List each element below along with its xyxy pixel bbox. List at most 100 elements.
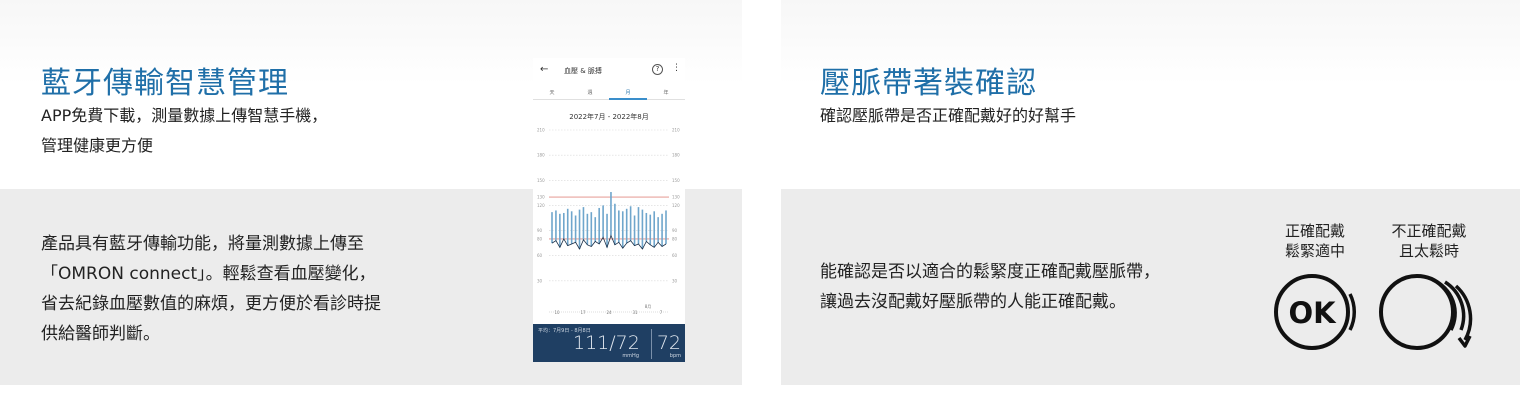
y-tick-label: 90 bbox=[537, 228, 543, 233]
y-tick-label: 150 bbox=[672, 178, 680, 183]
arrow-left-icon: ← bbox=[540, 64, 549, 75]
description-line: 供給醫師判斷。 bbox=[41, 324, 160, 344]
bluetooth-title: 藍牙傳輸智慧管理 bbox=[41, 66, 289, 101]
label-line: 鬆緊適中 bbox=[1284, 242, 1345, 260]
loose-fit-label: 不正確配戴 且太鬆時 bbox=[1385, 221, 1473, 261]
systolic-bar bbox=[618, 210, 620, 243]
y-tick-label: 120 bbox=[537, 203, 545, 208]
y-tick-label: 130 bbox=[537, 195, 545, 200]
x-tick-label: 10 bbox=[554, 310, 560, 315]
y-tick-label: 80 bbox=[537, 236, 543, 241]
label-line: 正確配戴 bbox=[1284, 222, 1345, 240]
date-range: 2022年7月 - 2022年8月 bbox=[569, 113, 649, 121]
x-tick-label: 31 bbox=[632, 310, 638, 315]
subtitle-line: 管理健康更方便 bbox=[41, 136, 154, 155]
systolic-bar bbox=[590, 212, 593, 247]
cuff-loose-icon bbox=[1379, 274, 1473, 350]
systolic-bar bbox=[578, 209, 581, 250]
y-tick-label: 30 bbox=[537, 278, 543, 283]
subtitle-line: APP免費下載，測量數據上傳智慧手機， bbox=[41, 106, 328, 125]
systolic-bar bbox=[645, 212, 648, 242]
cuff-check-title: 壓脈帶著裝確認 bbox=[820, 66, 1037, 101]
tab-week: 週 bbox=[587, 90, 593, 96]
average-bp-value: 111/72 bbox=[573, 332, 640, 354]
y-tick-label: 210 bbox=[672, 128, 680, 133]
systolic-bar bbox=[625, 208, 628, 244]
cuff-check-panel: 壓脈帶著裝確認 確認壓脈帶是否正確配戴好的好幫手 能確認是否以適合的鬆緊度正確配… bbox=[781, 0, 1520, 385]
x-tick-label: 17 bbox=[580, 310, 586, 315]
y-tick-label: 180 bbox=[672, 153, 680, 158]
systolic-bar bbox=[661, 213, 663, 247]
x-month-marker: 8月 bbox=[645, 304, 652, 309]
period-tabs: 天 週 月 年 bbox=[533, 86, 685, 100]
systolic-bar bbox=[614, 203, 616, 245]
label-line: 不正確配戴 bbox=[1391, 222, 1467, 240]
summary-divider bbox=[651, 329, 652, 359]
y-tick-label: 90 bbox=[672, 228, 678, 233]
systolic-bar bbox=[559, 213, 561, 248]
description-line: 「OMRON connect」。輕鬆查看血壓變化， bbox=[41, 264, 376, 284]
systolic-bar bbox=[637, 207, 640, 244]
systolic-bar bbox=[606, 213, 608, 248]
x-tick-label: 7 bbox=[660, 310, 663, 315]
label-line: 且太鬆時 bbox=[1398, 242, 1459, 260]
y-tick-label: 60 bbox=[672, 253, 678, 258]
tab-year: 年 bbox=[663, 90, 669, 96]
blood-pressure-chart: 210 210 180 180 150 150 130 130 120 120 90 90 80 80 60… bbox=[537, 128, 680, 316]
systolic-bar bbox=[649, 214, 652, 245]
systolic-bar bbox=[665, 210, 667, 244]
active-tab-indicator bbox=[609, 98, 647, 100]
cuff-check-subtitle: 確認壓脈帶是否正確配戴好的好幫手 bbox=[820, 106, 1077, 125]
systolic-bar bbox=[610, 192, 612, 236]
systolic-bar bbox=[598, 207, 600, 244]
tab-month: 月 bbox=[625, 90, 631, 96]
y-tick-label: 130 bbox=[672, 195, 680, 200]
systolic-bar bbox=[653, 211, 656, 248]
description-line: 省去紀錄血壓數值的麻煩，更方便於看診時提 bbox=[41, 294, 381, 314]
systolic-bar bbox=[555, 210, 557, 241]
systolic-bar bbox=[641, 209, 644, 250]
question-circle-icon: ? bbox=[652, 64, 663, 75]
bp-unit: mmHg bbox=[622, 353, 639, 359]
cuff-check-description: 能確認是否以適合的鬆緊度正確配戴壓脈帶， 讓過去沒配戴好壓脈帶的人能正確配戴。 bbox=[820, 257, 1160, 317]
app-bar: ← 血壓 & 脈搏 ? ⋮ bbox=[533, 58, 685, 84]
description-line: 讓過去沒配戴好壓脈帶的人能正確配戴。 bbox=[820, 292, 1126, 312]
description-line: 產品具有藍牙傳輸功能，將量測數據上傳至 bbox=[41, 234, 364, 254]
systolic-bar bbox=[566, 208, 569, 246]
bluetooth-feature-panel: 藍牙傳輸智慧管理 APP免費下載，測量數據上傳智慧手機， 管理健康更方便 產品具… bbox=[0, 0, 742, 385]
y-tick-label: 80 bbox=[672, 236, 678, 241]
systolic-bar bbox=[657, 217, 659, 243]
y-tick-label: 60 bbox=[537, 253, 543, 258]
bluetooth-subtitle: APP免費下載，測量數據上傳智慧手機， 管理健康更方便 bbox=[41, 101, 327, 161]
y-tick-label: 210 bbox=[537, 128, 545, 133]
systolic-bar bbox=[629, 206, 632, 241]
pulse-unit: bpm bbox=[669, 353, 681, 359]
app-title: 血壓 & 脈搏 bbox=[564, 67, 602, 75]
systolic-bar bbox=[594, 217, 597, 242]
diastolic-line bbox=[551, 234, 667, 250]
average-pulse-value: 72 bbox=[656, 332, 681, 354]
average-summary: 平均：7月9日 - 8月8日 111/72 mmHg 72 bpm bbox=[533, 324, 685, 362]
app-screenshot: ← 血壓 & 脈搏 ? ⋮ 天 週 月 年 2022年7月 - 2022年8月 … bbox=[533, 58, 685, 362]
tab-day: 天 bbox=[549, 90, 555, 96]
y-tick-label: 150 bbox=[537, 178, 545, 183]
systolic-bar bbox=[562, 212, 565, 239]
cuff-ok-icon: OK bbox=[1274, 274, 1357, 350]
systolic-bar bbox=[602, 205, 604, 238]
ok-icon-text: OK bbox=[1288, 296, 1337, 330]
y-tick-label: 30 bbox=[672, 278, 678, 283]
more-vertical-icon: ⋮ bbox=[672, 63, 681, 73]
y-tick-label: 120 bbox=[672, 203, 680, 208]
systolic-bar bbox=[551, 212, 553, 244]
bluetooth-description: 產品具有藍牙傳輸功能，將量測數據上傳至 「OMRON connect」。輕鬆查看… bbox=[41, 229, 381, 349]
systolic-bar bbox=[633, 215, 636, 246]
systolic-bar bbox=[586, 213, 589, 245]
systolic-bar bbox=[570, 211, 573, 244]
description-line: 能確認是否以適合的鬆緊度正確配戴壓脈帶， bbox=[820, 262, 1160, 282]
x-tick-label: 24 bbox=[606, 310, 612, 315]
systolic-bar bbox=[582, 207, 585, 240]
y-tick-label: 180 bbox=[537, 153, 545, 158]
systolic-bar bbox=[621, 211, 624, 249]
correct-fit-label: 正確配戴 鬆緊適中 bbox=[1275, 221, 1355, 261]
systolic-bar bbox=[574, 215, 577, 243]
